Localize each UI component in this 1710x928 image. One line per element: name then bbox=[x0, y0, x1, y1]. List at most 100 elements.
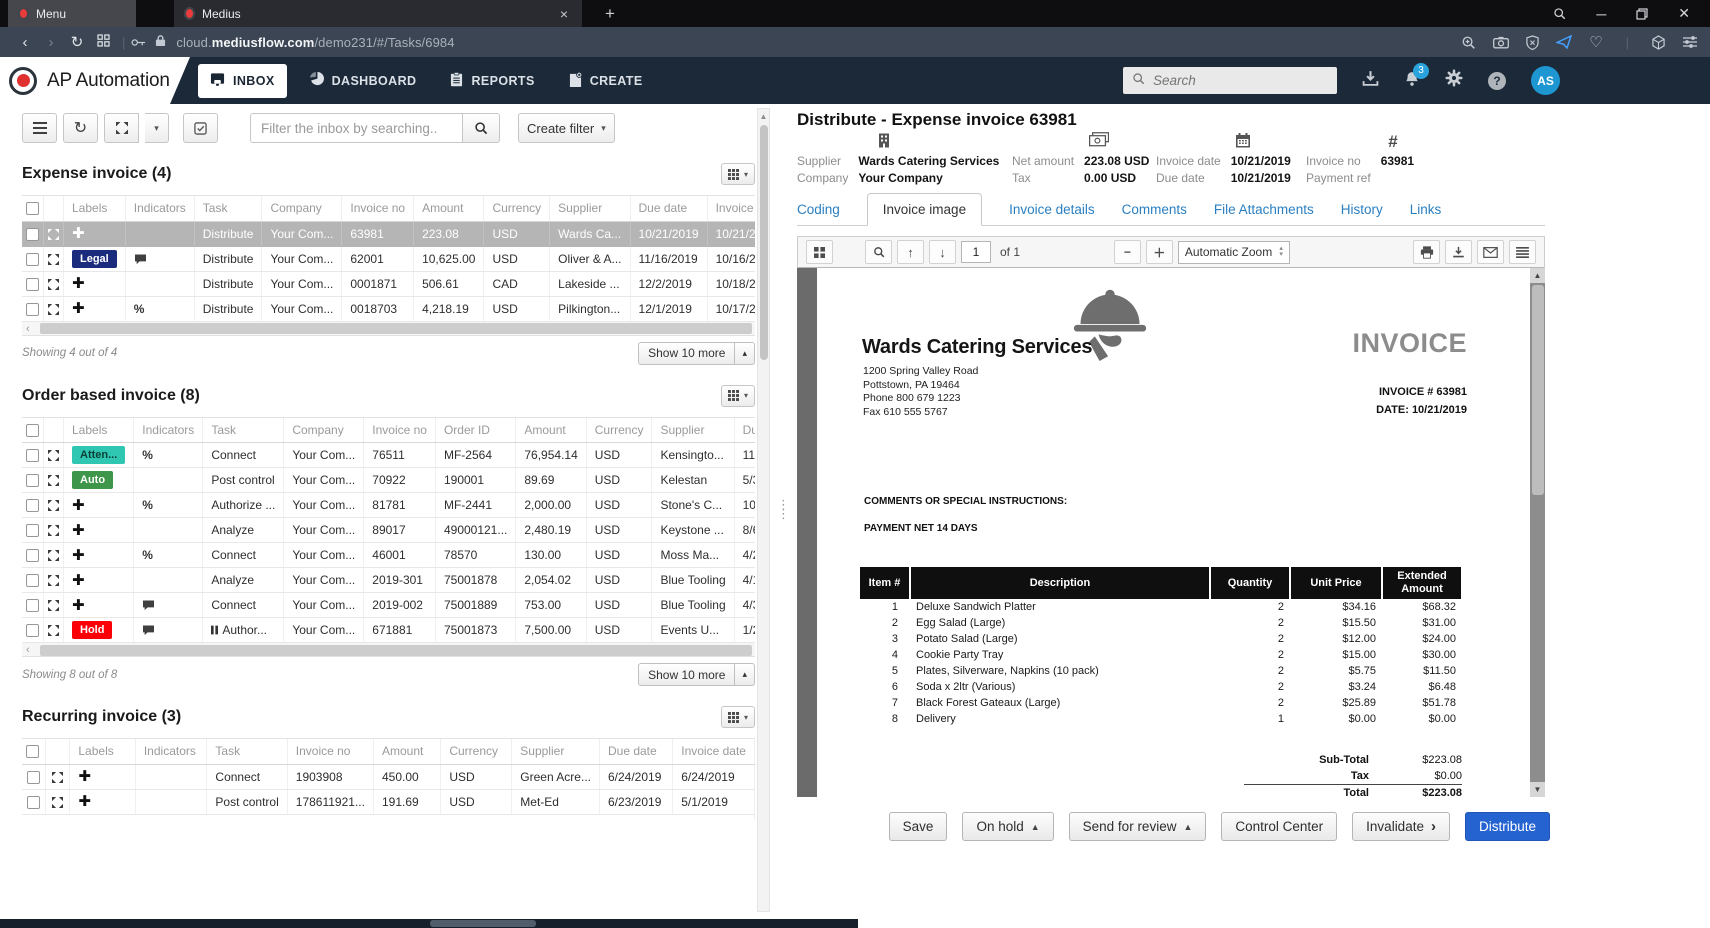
row-checkbox[interactable] bbox=[26, 449, 39, 462]
pdf-tools-menu-icon[interactable] bbox=[1509, 240, 1536, 264]
settings-sliders-icon[interactable] bbox=[1682, 35, 1698, 49]
table-row[interactable]: ✚AnalyzeYour Com...8901749000121...2,480… bbox=[22, 518, 755, 543]
key-icon[interactable] bbox=[131, 35, 146, 50]
column-header[interactable]: Indicators bbox=[135, 739, 207, 764]
pdf-zoom-select[interactable]: Automatic Zoom▴▾ bbox=[1178, 241, 1290, 264]
expand-options-caret-icon[interactable]: ▾ bbox=[145, 113, 169, 143]
expand-row-icon[interactable] bbox=[44, 493, 64, 518]
collapse-section-button[interactable]: ▴ bbox=[735, 342, 755, 365]
filter-search-button[interactable] bbox=[462, 113, 500, 143]
table-row[interactable]: ✚AnalyzeYour Com...2019-301750018782,054… bbox=[22, 568, 755, 593]
apps-grid-icon[interactable] bbox=[90, 34, 116, 51]
column-options-button[interactable]: ▾ bbox=[721, 163, 755, 185]
column-options-button[interactable]: ▾ bbox=[721, 385, 755, 407]
show-more-button[interactable]: Show 10 more bbox=[638, 663, 735, 686]
tab-invoice-image[interactable]: Invoice image bbox=[867, 193, 982, 226]
tab-links[interactable]: Links bbox=[1410, 194, 1442, 225]
row-checkbox[interactable] bbox=[27, 771, 40, 784]
expand-row-icon[interactable] bbox=[44, 468, 64, 493]
table-row[interactable]: ✚ConnectYour Com...2019-00275001889753.0… bbox=[22, 593, 755, 618]
invalidate-button[interactable]: Invalidate › bbox=[1352, 812, 1450, 841]
column-header[interactable]: Task bbox=[207, 739, 287, 764]
tab-file-attachments[interactable]: File Attachments bbox=[1214, 194, 1314, 225]
scroll-left-icon[interactable]: ‹ bbox=[26, 643, 30, 657]
table-row[interactable]: ✚Connect1903908450.00USDGreen Acre...6/2… bbox=[22, 764, 755, 789]
expand-row-icon[interactable] bbox=[44, 543, 64, 568]
row-checkbox[interactable] bbox=[26, 624, 39, 637]
window-maximize-button[interactable] bbox=[1636, 8, 1648, 20]
column-header[interactable]: Invoice no bbox=[342, 196, 414, 221]
show-more-button[interactable]: Show 10 more bbox=[638, 342, 735, 365]
tab-search-icon[interactable] bbox=[1553, 7, 1566, 20]
distribute-button[interactable]: Distribute bbox=[1465, 812, 1550, 841]
row-checkbox[interactable] bbox=[26, 303, 39, 316]
column-header[interactable]: Amount bbox=[414, 196, 484, 221]
refresh-button[interactable]: ↻ bbox=[63, 113, 98, 143]
select-all-button[interactable] bbox=[183, 113, 218, 143]
notifications-bell-icon[interactable]: 3 bbox=[1404, 70, 1420, 92]
table-row[interactable]: HoldAuthor...Your Com...671881750018737,… bbox=[22, 618, 755, 643]
row-checkbox[interactable] bbox=[27, 796, 40, 809]
nav-item-reports[interactable]: REPORTS bbox=[438, 64, 546, 98]
gear-icon[interactable] bbox=[1445, 69, 1463, 92]
inbox-filter-input[interactable] bbox=[250, 113, 462, 143]
forward-icon[interactable]: › bbox=[38, 34, 64, 51]
column-header[interactable]: Invoice no bbox=[364, 418, 436, 443]
row-checkbox[interactable] bbox=[26, 524, 39, 537]
row-checkbox[interactable] bbox=[26, 253, 39, 266]
column-header[interactable]: Supplier bbox=[550, 196, 630, 221]
column-header[interactable]: Amount bbox=[516, 418, 586, 443]
nav-item-inbox[interactable]: INBOX bbox=[198, 64, 287, 98]
new-tab-button[interactable]: + bbox=[598, 4, 622, 24]
window-h-scrollbar[interactable] bbox=[0, 919, 858, 928]
row-checkbox[interactable] bbox=[26, 574, 39, 587]
control-center-button[interactable]: Control Center bbox=[1221, 812, 1337, 841]
screenshot-camera-icon[interactable] bbox=[1493, 36, 1509, 49]
tab-close-icon[interactable]: × bbox=[556, 6, 572, 22]
scroll-down-icon[interactable]: ▼ bbox=[1530, 782, 1545, 797]
column-header[interactable]: Task bbox=[203, 418, 284, 443]
expand-row-icon[interactable] bbox=[44, 618, 64, 643]
add-label-icon[interactable]: ✚ bbox=[78, 768, 91, 785]
column-header[interactable]: Invoice date bbox=[673, 739, 755, 764]
pdf-email-icon[interactable] bbox=[1477, 240, 1504, 264]
expand-row-icon[interactable] bbox=[46, 764, 70, 789]
extension-cube-icon[interactable] bbox=[1652, 35, 1665, 50]
refresh-icon[interactable]: ↻ bbox=[64, 33, 90, 51]
global-search-input[interactable] bbox=[1153, 73, 1313, 88]
pdf-zoom-out-icon[interactable]: − bbox=[1114, 240, 1141, 264]
select-all-checkbox[interactable] bbox=[26, 745, 39, 758]
table-row[interactable]: ✚%Authorize ...Your Com...81781MF-24412,… bbox=[22, 493, 755, 518]
pdf-print-icon[interactable] bbox=[1413, 240, 1440, 264]
row-checkbox[interactable] bbox=[26, 278, 39, 291]
heart-icon[interactable]: ♡ bbox=[1589, 33, 1602, 51]
add-label-icon[interactable]: ✚ bbox=[72, 275, 85, 292]
lock-icon[interactable] bbox=[155, 34, 166, 50]
row-checkbox[interactable] bbox=[26, 474, 39, 487]
tab-coding[interactable]: Coding bbox=[797, 194, 840, 225]
column-header[interactable]: Invoice date bbox=[707, 196, 755, 221]
pdf-search-icon[interactable] bbox=[865, 240, 892, 264]
column-header[interactable]: Indicators bbox=[134, 418, 203, 443]
send-icon[interactable] bbox=[1556, 35, 1572, 49]
tab-history[interactable]: History bbox=[1341, 194, 1383, 225]
zoom-in-icon[interactable] bbox=[1461, 35, 1476, 50]
scroll-left-icon[interactable]: ‹ bbox=[26, 322, 30, 336]
pdf-page-input[interactable] bbox=[961, 241, 991, 263]
pdf-zoom-in-icon[interactable]: ＋ bbox=[1146, 240, 1173, 264]
pdf-sidebar-toggle-icon[interactable] bbox=[806, 240, 833, 264]
add-label-icon[interactable]: ✚ bbox=[72, 522, 85, 539]
add-label-icon[interactable]: ✚ bbox=[72, 225, 85, 242]
table-h-scrollbar[interactable]: ‹ bbox=[22, 643, 755, 657]
row-checkbox[interactable] bbox=[26, 499, 39, 512]
expand-row-icon[interactable] bbox=[44, 221, 64, 246]
expand-row-icon[interactable] bbox=[46, 789, 70, 814]
column-header[interactable]: Indicators bbox=[125, 196, 194, 221]
save-button[interactable]: Save bbox=[889, 812, 948, 841]
row-checkbox[interactable] bbox=[26, 228, 39, 241]
add-label-icon[interactable]: ✚ bbox=[72, 300, 85, 317]
pdf-download-icon[interactable] bbox=[1445, 240, 1472, 264]
avatar[interactable]: AS bbox=[1531, 66, 1560, 95]
send-for-review-button[interactable]: Send for review ▲ bbox=[1069, 812, 1207, 841]
table-row[interactable]: LegalDistributeYour Com...6200110,625.00… bbox=[22, 246, 755, 271]
